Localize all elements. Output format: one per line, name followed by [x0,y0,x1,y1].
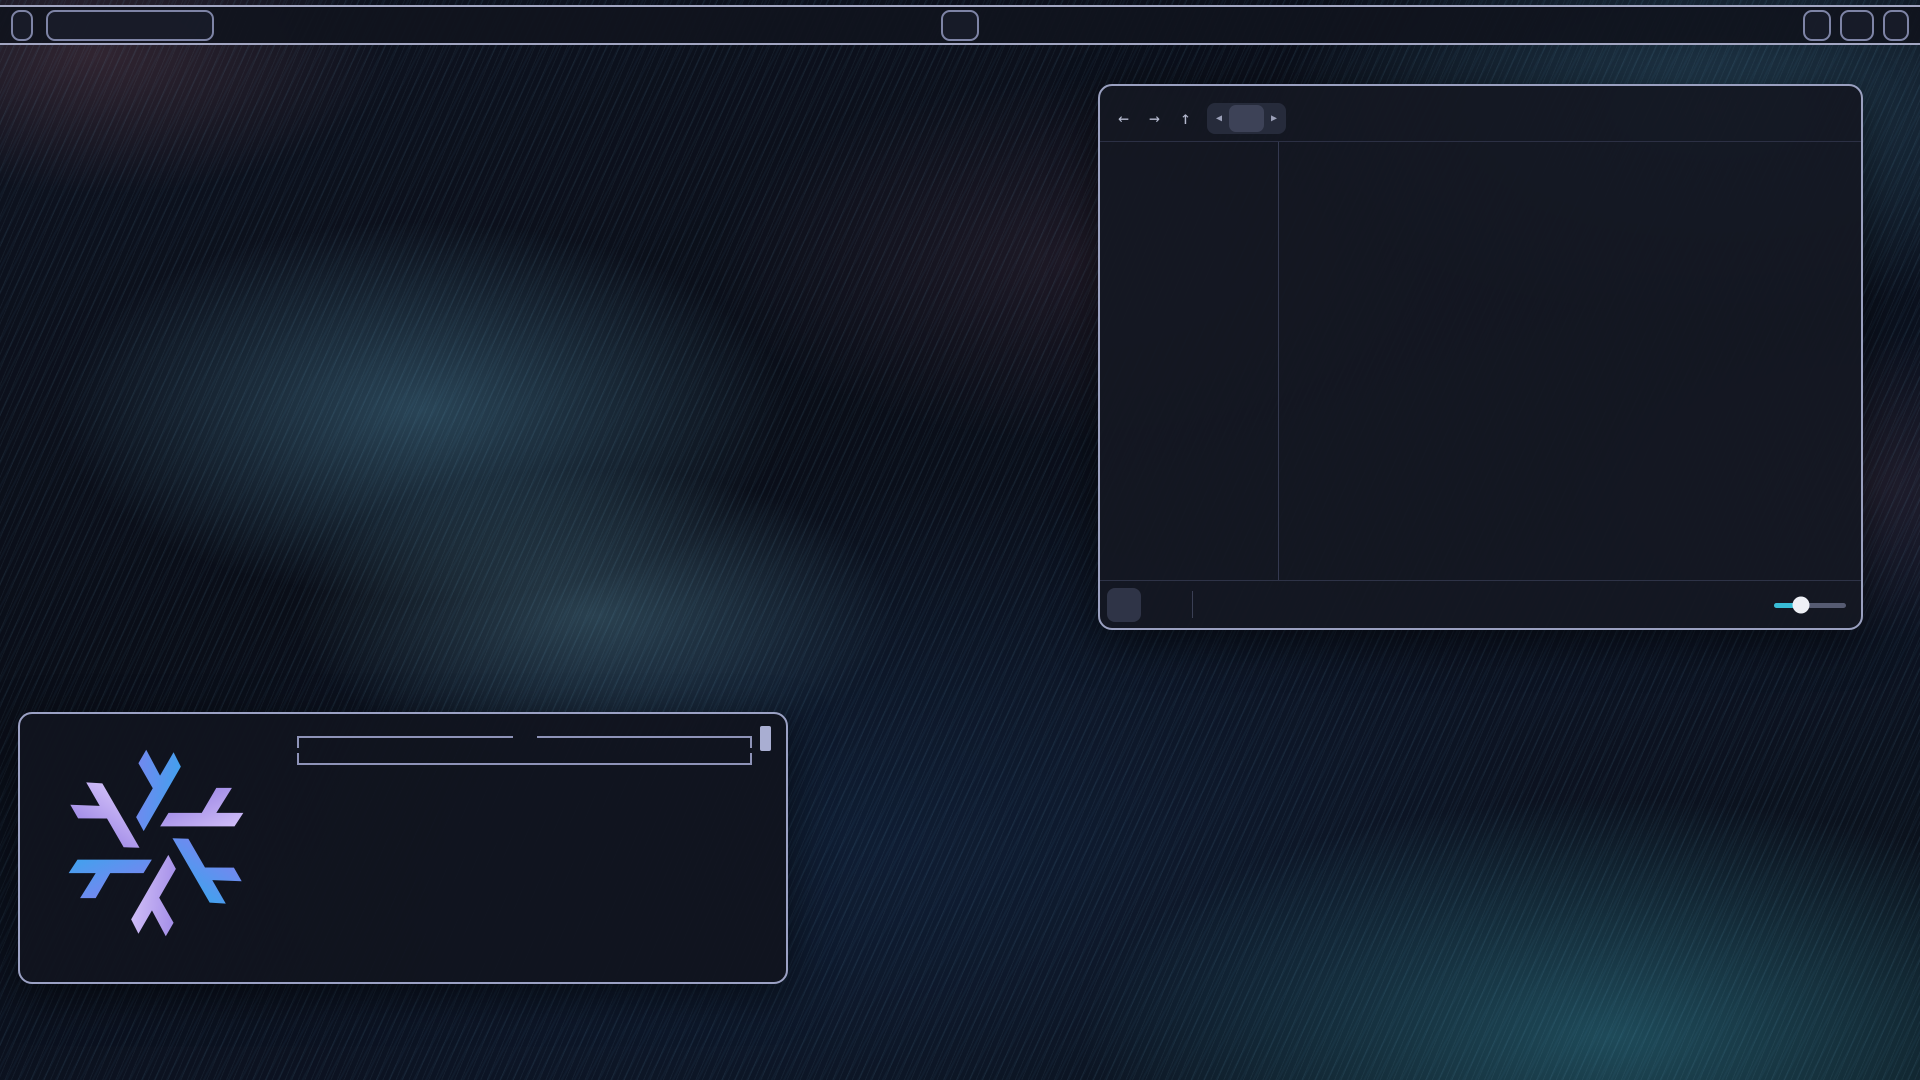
terminal-window[interactable] [18,712,788,984]
forward-button[interactable]: → [1139,108,1170,129]
nixos-logo [52,730,260,956]
icon-size-slider[interactable] [1774,596,1846,614]
breadcrumb-left-icon[interactable]: ◀ [1211,113,1227,124]
breadcrumb: ◀ ▶ [1207,103,1286,134]
status-divider [1192,591,1193,618]
clock[interactable] [1840,10,1874,41]
fastfetch-output [297,726,752,765]
desktop: { "bar": { "workspaces": [ { "label": "四… [0,0,1920,1080]
menu-bar [1100,86,1861,98]
workspace-switcher [11,10,33,41]
terminal-cursor [760,726,771,751]
tree-pane-button[interactable] [1145,588,1179,622]
status-bar [1100,580,1861,628]
bar-right-group [1803,10,1909,41]
fetch-frame-top [297,726,752,748]
file-manager-window: ← → ↑ ◀ ▶ [1098,84,1863,630]
audio-visualizer [46,10,214,41]
toggle-sidebar-button[interactable] [1202,588,1236,622]
breadcrumb-right-icon[interactable]: ▶ [1266,113,1282,124]
fetch-frame-bottom [297,753,752,765]
hostname [513,726,537,748]
sidebar [1100,142,1279,580]
slider-thumb[interactable] [1793,596,1810,613]
path-tab[interactable] [1229,105,1264,132]
system-monitor-rings[interactable] [1803,10,1831,41]
places-pane-button[interactable] [1107,588,1141,622]
power-button[interactable] [1883,10,1909,41]
back-button[interactable]: ← [1108,108,1139,129]
top-bar [0,5,1920,45]
window-body [1100,142,1861,580]
up-button[interactable]: ↑ [1170,108,1201,129]
window-title-pill[interactable] [941,10,979,41]
folder-view [1279,142,1861,580]
toolbar: ← → ↑ ◀ ▶ [1100,98,1861,142]
